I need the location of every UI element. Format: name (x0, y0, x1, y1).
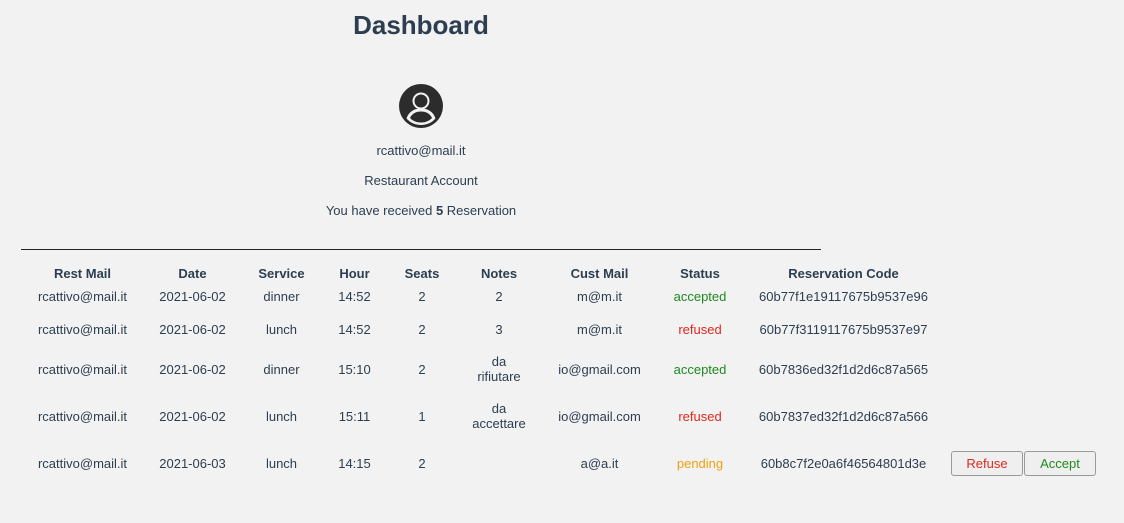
cell-status: accepted (673, 289, 727, 304)
cell-reservation-code: 60b7837ed32f1d2d6c87a566 (758, 408, 929, 424)
user-email: rcattivo@mail.it (376, 143, 466, 158)
cell-service: dinner (263, 289, 300, 304)
column-header-rest-mail: Rest Mail (53, 265, 112, 281)
received-prefix: You have received (325, 203, 433, 218)
cell-hour: 14:52 (338, 321, 371, 337)
reservations-table: Rest Mail Date Service Hour Seats Notes … (21, 262, 1105, 483)
table-row: rcattivo@mail.it 2021-06-02 lunch 15:11 … (21, 389, 1105, 443)
cell-service: lunch (265, 321, 298, 337)
refuse-button[interactable]: Refuse (951, 450, 1023, 476)
cell-seats: 2 (418, 321, 426, 337)
table-row: rcattivo@mail.it 2021-06-02 dinner 14:52… (21, 284, 1105, 309)
cell-actions (945, 284, 1105, 309)
cell-cust-mail: io@gmail.com (558, 408, 641, 424)
page-title: Dashboard (353, 10, 489, 40)
reservation-summary: You have received 5 Reservation (0, 203, 842, 218)
cell-notes (457, 443, 541, 483)
account-type: Restaurant Account (364, 173, 478, 188)
cell-hour: 15:10 (338, 361, 371, 377)
cell-seats: 2 (418, 289, 426, 304)
cell-hour: 14:15 (338, 455, 371, 471)
table-row: rcattivo@mail.it 2021-06-02 dinner 15:10… (21, 349, 1105, 389)
table-row: rcattivo@mail.it 2021-06-02 lunch 14:52 … (21, 309, 1105, 349)
cell-hour: 15:11 (338, 408, 371, 424)
cell-seats: 2 (418, 455, 426, 471)
cell-reservation-code: 60b77f1e19117675b9537e96 (759, 289, 928, 304)
cell-hour: 14:52 (338, 289, 371, 304)
cell-reservation-code: 60b7836ed32f1d2d6c87a565 (758, 361, 929, 377)
cell-service: dinner (263, 361, 300, 377)
cell-cust-mail: m@m.it (577, 289, 622, 304)
cell-notes: da rifiutare (457, 349, 541, 389)
cell-status: pending (676, 455, 724, 471)
column-header-reservation-code: Reservation Code (788, 265, 899, 281)
cell-seats: 2 (418, 361, 426, 377)
cell-rest-mail: rcattivo@mail.it (37, 321, 128, 337)
cell-service: lunch (265, 455, 298, 471)
table-row: rcattivo@mail.it 2021-06-03 lunch 14:15 … (21, 443, 1105, 483)
cell-actions (945, 349, 1105, 389)
accept-button[interactable]: Accept (1024, 450, 1096, 476)
cell-actions (945, 389, 1105, 443)
cell-reservation-code: 60b77f3119117675b9537e97 (759, 321, 928, 337)
cell-rest-mail: rcattivo@mail.it (37, 408, 128, 424)
column-header-notes: Notes (480, 265, 518, 281)
cell-seats: 1 (418, 408, 426, 424)
cell-notes: 2 (457, 284, 541, 309)
cell-notes: da accettare (457, 389, 541, 443)
column-header-hour: Hour (339, 265, 370, 281)
cell-service: lunch (265, 408, 298, 424)
cell-notes: 3 (457, 309, 541, 349)
cell-actions (945, 309, 1105, 349)
cell-cust-mail: io@gmail.com (558, 361, 641, 377)
table-header-row: Rest Mail Date Service Hour Seats Notes … (21, 262, 1105, 284)
notes-text: da accettare (472, 401, 526, 431)
received-count: 5 (435, 203, 444, 218)
column-header-date: Date (178, 265, 207, 281)
cell-date: 2021-06-02 (159, 289, 226, 304)
cell-status: refused (678, 408, 722, 424)
cell-date: 2021-06-02 (159, 408, 226, 424)
column-header-cust-mail: Cust Mail (570, 265, 629, 281)
cell-actions: Refuse Accept (945, 443, 1105, 483)
divider (21, 249, 821, 250)
cell-date: 2021-06-02 (159, 361, 226, 377)
cell-rest-mail: rcattivo@mail.it (37, 455, 128, 471)
received-suffix: Reservation (446, 203, 517, 218)
cell-rest-mail: rcattivo@mail.it (37, 289, 128, 304)
user-avatar-icon (399, 84, 443, 128)
cell-cust-mail: a@a.it (580, 455, 619, 471)
cell-cust-mail: m@m.it (577, 321, 622, 337)
notes-text: 2 (495, 289, 503, 304)
column-header-status: Status (680, 265, 720, 281)
column-header-seats: Seats (404, 265, 440, 281)
cell-reservation-code: 60b8c7f2e0a6f46564801d3e (760, 455, 927, 471)
column-header-actions (945, 262, 1105, 284)
cell-rest-mail: rcattivo@mail.it (37, 361, 128, 377)
cell-date: 2021-06-02 (159, 321, 226, 337)
notes-text: da rifiutare (477, 354, 521, 384)
notes-text: 3 (495, 321, 503, 337)
cell-status: accepted (673, 361, 727, 377)
column-header-service: Service (258, 265, 305, 281)
cell-date: 2021-06-03 (159, 455, 226, 471)
cell-status: refused (678, 321, 722, 337)
